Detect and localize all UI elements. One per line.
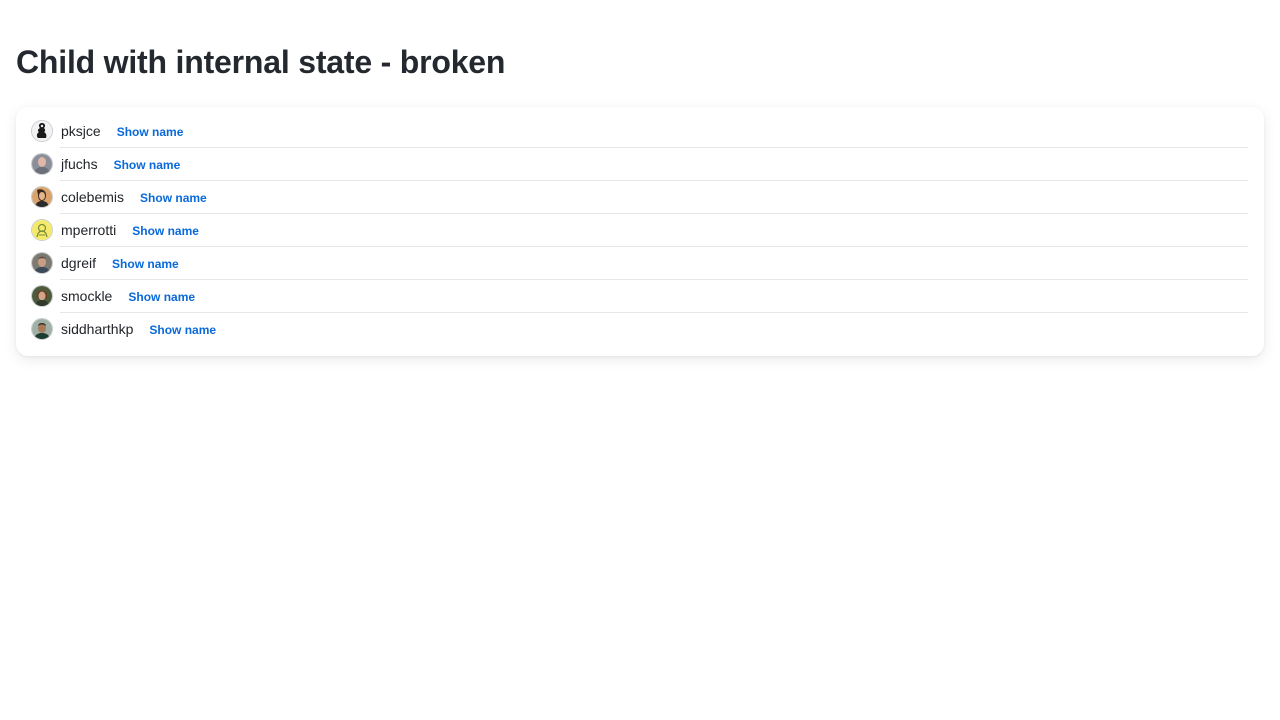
list-item: siddharthkp Show name bbox=[16, 312, 1264, 345]
show-name-button[interactable]: Show name bbox=[114, 158, 181, 172]
list-item: mperrotti Show name bbox=[16, 213, 1264, 246]
list-item: colebemis Show name bbox=[16, 180, 1264, 213]
user-list-card: pksjce Show name jfuchs Show name colebe… bbox=[16, 107, 1264, 356]
username: pksjce bbox=[61, 122, 101, 139]
avatar-mperrotti-icon bbox=[31, 218, 53, 241]
username: jfuchs bbox=[61, 155, 98, 172]
show-name-button[interactable]: Show name bbox=[140, 191, 207, 205]
avatar-dgreif-icon bbox=[31, 251, 53, 274]
username: smockle bbox=[61, 287, 113, 304]
username: siddharthkp bbox=[61, 320, 134, 337]
page-title: Child with internal state - broken bbox=[16, 44, 506, 80]
list-item: pksjce Show name bbox=[16, 114, 1264, 147]
show-name-button[interactable]: Show name bbox=[132, 224, 199, 238]
avatar-smockle-icon bbox=[31, 284, 53, 307]
username: dgreif bbox=[61, 254, 97, 271]
list-item: smockle Show name bbox=[16, 279, 1264, 312]
avatar-pksjce-icon bbox=[31, 119, 53, 142]
list-item: jfuchs Show name bbox=[16, 147, 1264, 180]
user-list: pksjce Show name jfuchs Show name colebe… bbox=[16, 114, 1264, 345]
avatar-siddharthkp-icon bbox=[31, 317, 53, 340]
username: colebemis bbox=[61, 188, 125, 205]
avatar-colebemis-icon bbox=[31, 185, 53, 208]
show-name-button[interactable]: Show name bbox=[112, 257, 179, 271]
show-name-button[interactable]: Show name bbox=[149, 323, 216, 337]
avatar-jfuchs-icon bbox=[31, 152, 53, 175]
page: Child with internal state - broken pksjc… bbox=[0, 0, 1280, 720]
show-name-button[interactable]: Show name bbox=[117, 125, 184, 139]
list-item: dgreif Show name bbox=[16, 246, 1264, 279]
username: mperrotti bbox=[61, 221, 117, 238]
show-name-button[interactable]: Show name bbox=[128, 290, 195, 304]
